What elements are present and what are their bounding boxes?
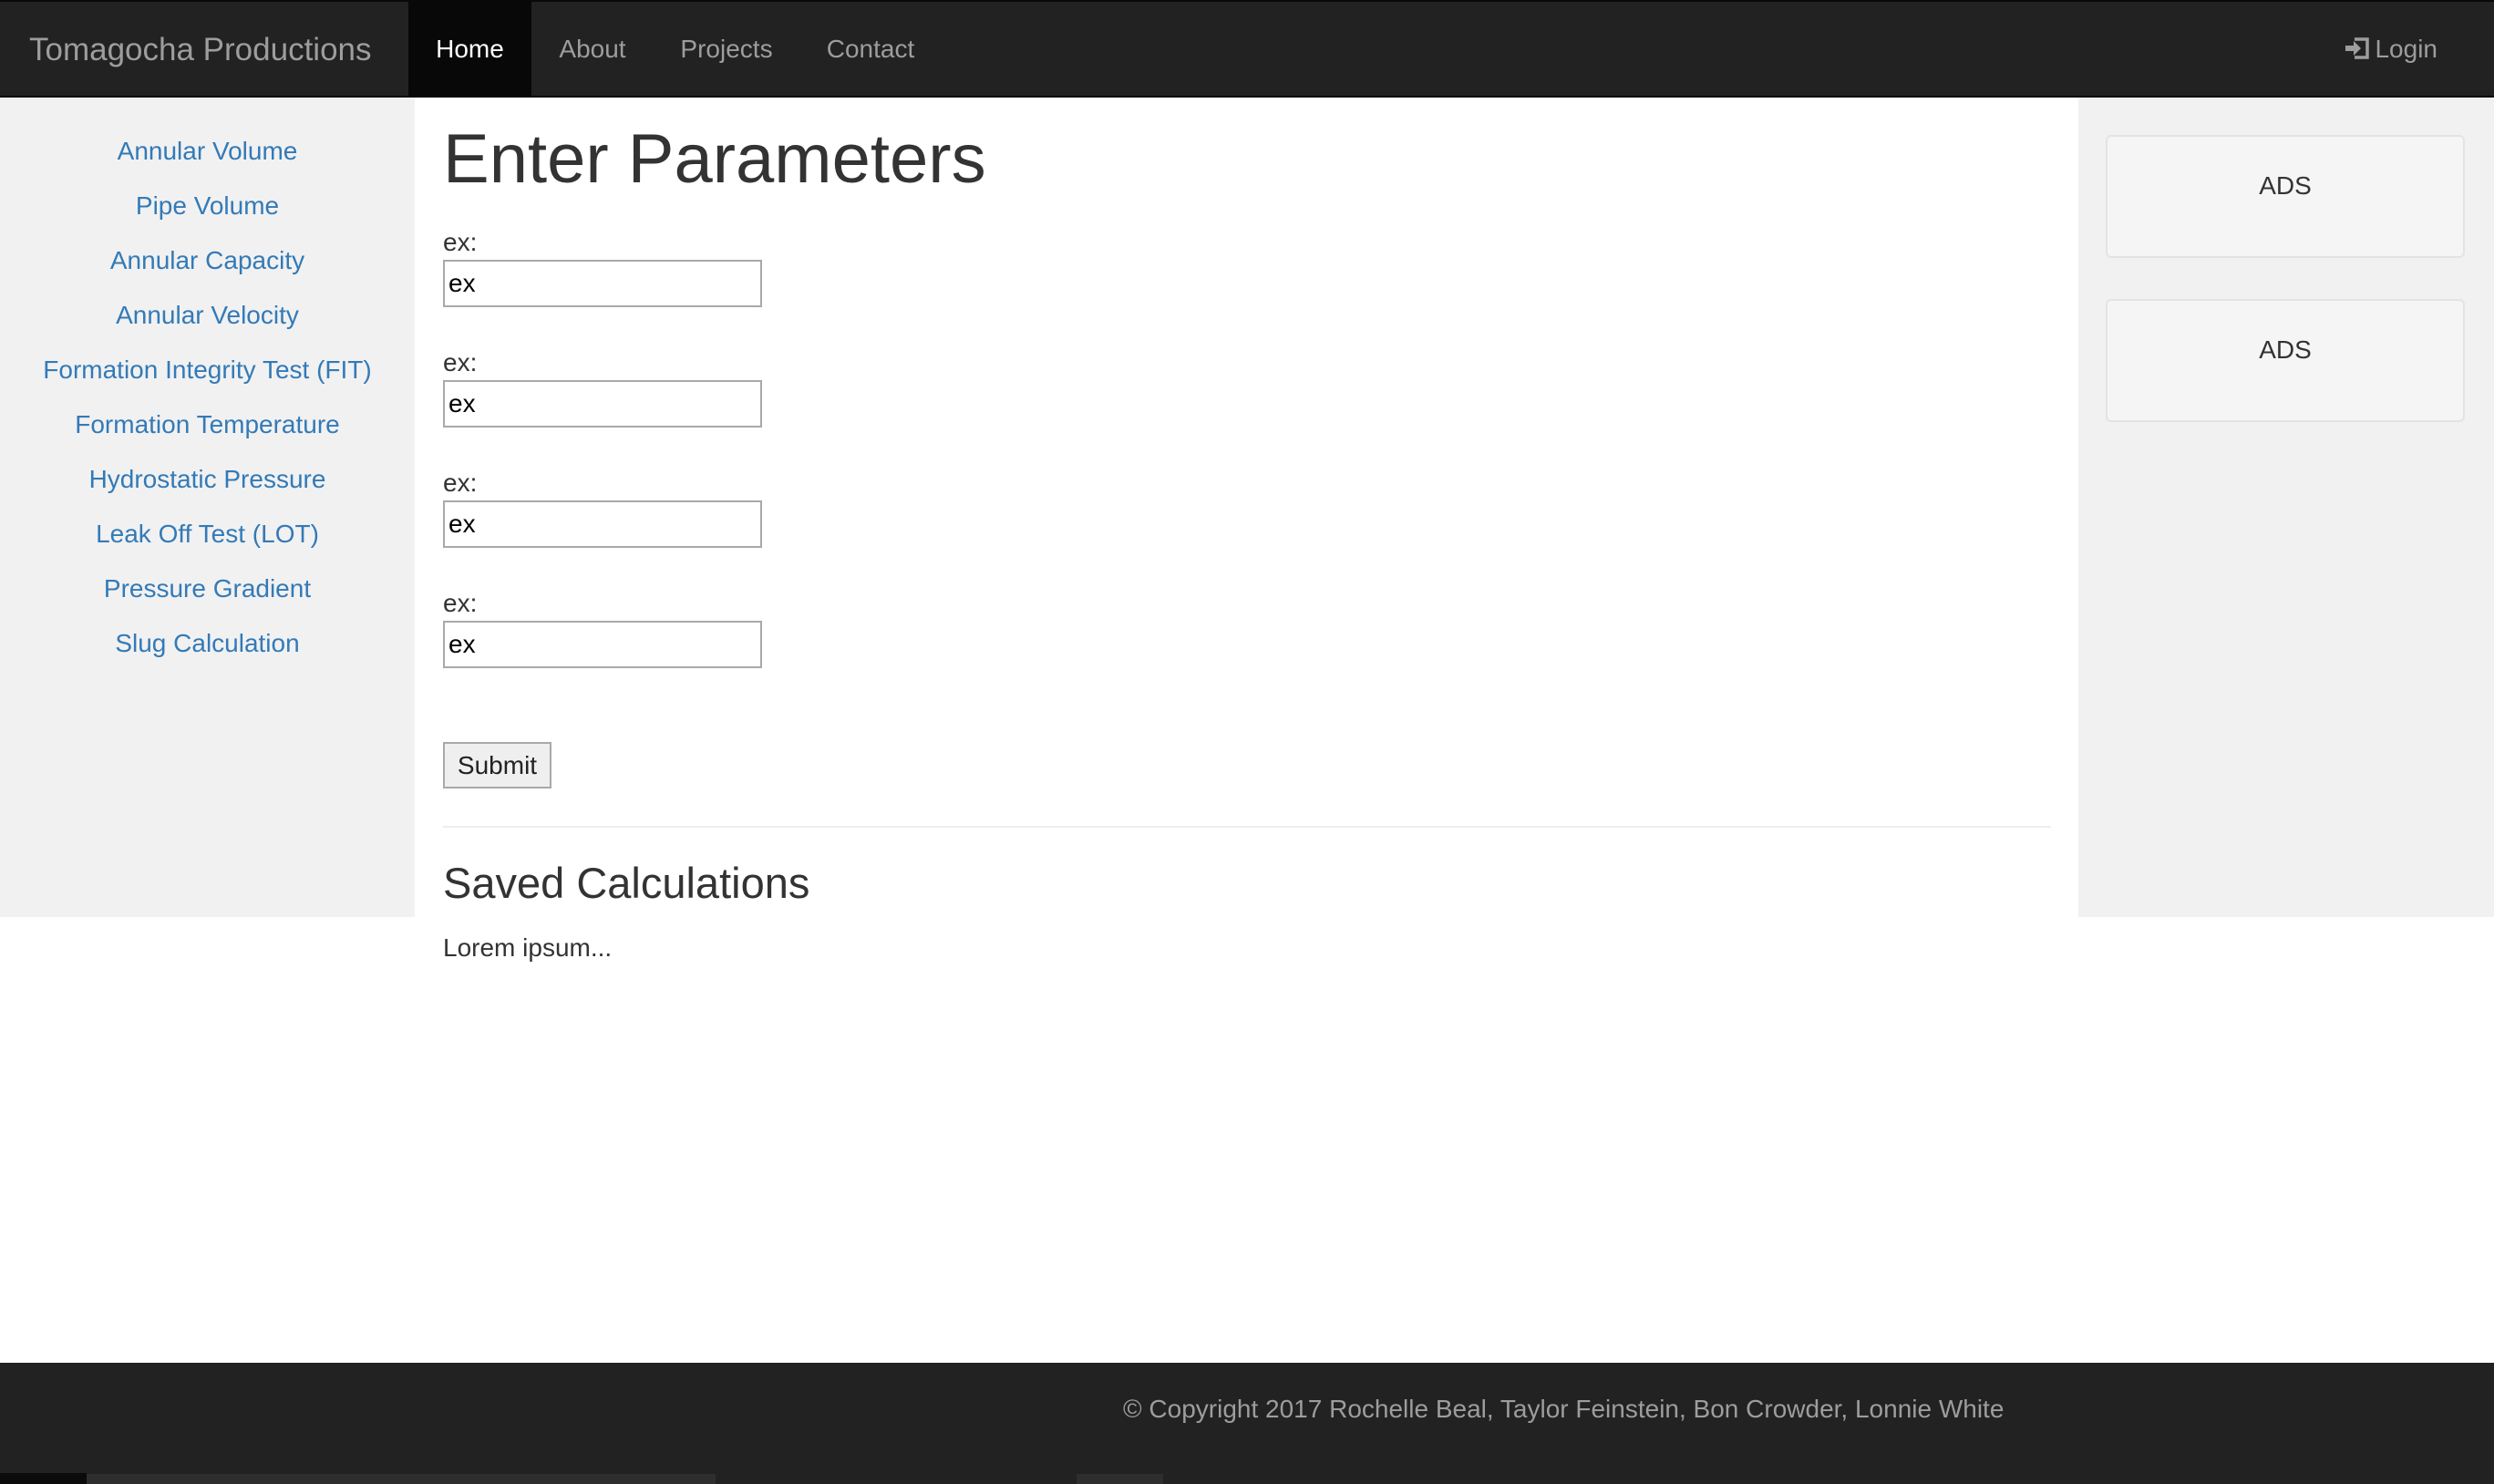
- sidebar-link-slug-calculation[interactable]: Slug Calculation: [0, 625, 415, 662]
- sidebar-link-annular-volume[interactable]: Annular Volume: [0, 133, 415, 170]
- saved-calculations-text: Lorem ipsum...: [443, 933, 613, 962]
- sidebar-link-annular-capacity[interactable]: Annular Capacity: [0, 242, 415, 279]
- param-input-2[interactable]: [443, 380, 762, 428]
- sidebar-link-formation-temperature[interactable]: Formation Temperature: [0, 407, 415, 443]
- sidebar-link-pressure-gradient[interactable]: Pressure Gradient: [0, 571, 415, 607]
- saved-calculations-title: Saved Calculations: [443, 859, 810, 907]
- login-link[interactable]: Login: [2344, 2, 2437, 96]
- param-input-4[interactable]: [443, 621, 762, 668]
- nav-item-home[interactable]: Home: [408, 2, 531, 96]
- brand-link[interactable]: Tomagocha Productions: [29, 2, 372, 98]
- param-input-3[interactable]: [443, 500, 762, 548]
- copyright-text: © Copyright 2017 Rochelle Beal, Taylor F…: [1123, 1395, 2004, 1423]
- scrollbar-track: [0, 1473, 87, 1484]
- sidebar-link-hydrostatic-pressure[interactable]: Hydrostatic Pressure: [0, 461, 415, 498]
- sidebar-link-pipe-volume[interactable]: Pipe Volume: [0, 188, 415, 224]
- log-in-icon: [2344, 35, 2375, 63]
- page-title: Enter Parameters: [443, 120, 986, 198]
- sidebar-link-annular-velocity[interactable]: Annular Velocity: [0, 297, 415, 334]
- field-label-3: ex:: [443, 469, 478, 497]
- field-label-1: ex:: [443, 228, 478, 256]
- right-sidebar: ADS ADS: [2078, 98, 2494, 917]
- param-input-1[interactable]: [443, 260, 762, 307]
- left-sidebar: Annular Volume Pipe Volume Annular Capac…: [0, 98, 415, 917]
- scrollbar-thumb[interactable]: [87, 1474, 716, 1484]
- section-divider: [443, 826, 2051, 828]
- sidebar-link-fit[interactable]: Formation Integrity Test (FIT): [0, 352, 415, 388]
- login-label: Login: [2375, 35, 2437, 63]
- ad-box-1: ADS: [2106, 135, 2465, 258]
- field-label-4: ex:: [443, 589, 478, 617]
- footer: © Copyright 2017 Rochelle Beal, Taylor F…: [0, 1363, 2494, 1484]
- nav-item-projects[interactable]: Projects: [654, 2, 799, 96]
- sidebar-link-lot[interactable]: Leak Off Test (LOT): [0, 516, 415, 552]
- field-label-2: ex:: [443, 348, 478, 376]
- nav-item-about[interactable]: About: [531, 2, 654, 96]
- top-navbar: Tomagocha Productions Home About Project…: [0, 0, 2494, 98]
- ad-box-2: ADS: [2106, 299, 2465, 422]
- scrollbar-segment: [1077, 1474, 1163, 1484]
- submit-button[interactable]: Submit: [443, 742, 551, 788]
- nav-item-contact[interactable]: Contact: [799, 2, 942, 96]
